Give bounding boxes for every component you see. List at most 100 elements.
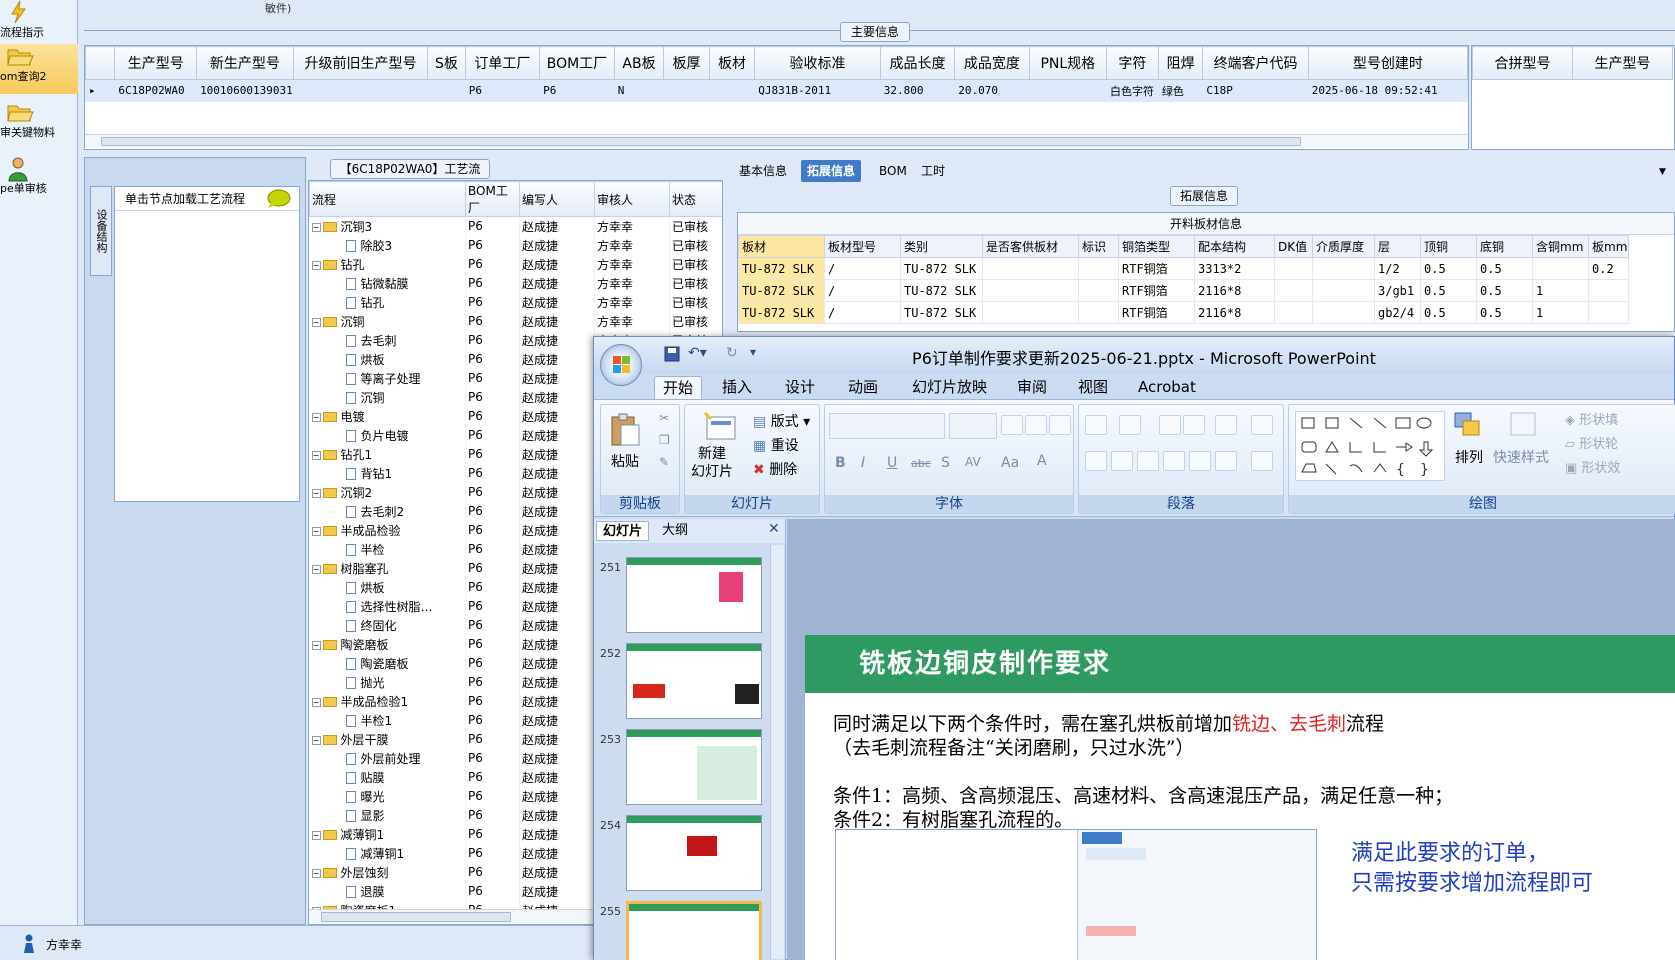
tree-node[interactable]: 显影 (309, 805, 466, 825)
tree-col-header[interactable]: 流程 (309, 181, 466, 217)
save-icon[interactable] (664, 346, 680, 365)
tree-node[interactable]: 钻孔 (309, 292, 466, 312)
tree-node[interactable]: 半检 (309, 539, 466, 559)
tree-node[interactable]: 烘板 (309, 349, 466, 369)
font-color-icon[interactable]: A (1037, 453, 1047, 469)
tab-basic-info[interactable]: 基本信息 (733, 160, 793, 182)
material-col-header[interactable]: 含铜mm (1532, 235, 1589, 258)
table-cell[interactable] (1274, 257, 1313, 280)
tree-node[interactable]: 背钻1 (309, 463, 466, 483)
table-cell[interactable]: 1 (1532, 301, 1589, 324)
nav-item-key-material[interactable]: 审关键物料 (0, 100, 78, 150)
main-col-header[interactable]: 板材 (708, 46, 756, 80)
table-cell[interactable] (708, 79, 756, 102)
table-cell[interactable]: 0.5 (1476, 279, 1533, 302)
table-cell[interactable]: / (824, 279, 901, 302)
nav-item-pe-review[interactable]: pe单审核 (0, 156, 78, 206)
tab-insert[interactable]: 插入 (714, 376, 760, 399)
tab-bom[interactable]: BOM (873, 160, 913, 182)
tree-node[interactable]: − 钻孔1 (309, 444, 466, 464)
tree-row[interactable]: 除胶3 P6 赵成捷 方幸幸 已审核 (309, 235, 722, 255)
collapse-icon[interactable]: − (311, 830, 321, 840)
material-col-header[interactable]: 是否客供板材 (982, 235, 1079, 258)
row-indicator-icon[interactable]: ▸ (84, 79, 116, 102)
table-cell[interactable] (1588, 301, 1629, 324)
quick-styles-icon[interactable] (1509, 411, 1539, 444)
tree-node[interactable]: 外层前处理 (309, 748, 466, 768)
table-cell[interactable]: TU-872 SLK (738, 257, 825, 280)
collapse-icon[interactable]: − (311, 260, 321, 270)
table-cell[interactable]: P6 (539, 79, 615, 102)
scroll-thumb[interactable] (321, 912, 511, 922)
cut-icon[interactable]: ✂ (659, 411, 669, 425)
table-cell[interactable] (1078, 301, 1119, 324)
change-case-icon[interactable]: Aa (1001, 455, 1019, 471)
paste-icon[interactable] (609, 413, 641, 450)
material-col-header[interactable]: 板mm (1588, 235, 1629, 258)
undo-icon[interactable]: ↶▾ (688, 345, 707, 361)
table-cell[interactable]: gb2/4 (1374, 301, 1421, 324)
tree-node[interactable]: − 陶瓷磨板 (309, 634, 466, 654)
main-col-header[interactable]: 升级前旧生产型号 (292, 46, 429, 80)
tree-node[interactable]: 等离子处理 (309, 368, 466, 388)
table-cell[interactable]: RTF铜箔 (1118, 257, 1195, 280)
tree-node[interactable]: − 沉铜3 (309, 216, 466, 236)
collapse-icon[interactable]: − (311, 640, 321, 650)
nav-item-bom-query[interactable]: om查询2 (0, 44, 78, 94)
table-cell[interactable] (427, 79, 466, 102)
align-right-icon[interactable] (1137, 451, 1159, 471)
pane-scrollbar[interactable] (770, 545, 784, 959)
main-col-header[interactable]: 阻焊 (1157, 46, 1204, 80)
collapse-icon[interactable]: − (311, 735, 321, 745)
table-cell[interactable] (1312, 301, 1375, 324)
table-cell[interactable]: 20.070 (954, 79, 1030, 102)
tree-node[interactable]: − 外层蚀刻 (309, 862, 466, 882)
table-cell[interactable]: 0.2 (1588, 257, 1629, 280)
collapse-icon[interactable]: − (311, 488, 321, 498)
table-cell[interactable] (1028, 79, 1107, 102)
strikethrough-icon[interactable]: abc (911, 457, 931, 470)
bullets-icon[interactable] (1085, 415, 1107, 435)
main-col-header[interactable]: 新生产型号 (196, 46, 294, 80)
table-row[interactable]: TU-872 SLK / TU-872 SLK RTF铜箔 2116*8 3/gb1 0.5… (738, 279, 1629, 302)
paste-button[interactable]: 粘贴 (611, 451, 639, 471)
delete-button[interactable]: ✖ 删除 (753, 459, 797, 479)
table-cell[interactable] (1588, 279, 1629, 302)
tree-node[interactable]: 抛光 (309, 672, 466, 692)
main-col-header[interactable]: 验收标准 (754, 46, 881, 80)
table-cell[interactable] (1078, 257, 1119, 280)
slide-thumbnail[interactable] (626, 643, 762, 719)
horizontal-scrollbar[interactable] (85, 134, 1468, 148)
table-cell[interactable]: 2116*8 (1194, 279, 1275, 302)
table-row[interactable]: TU-872 SLK / TU-872 SLK RTF铜箔 3313*2 1/2 0.5 0.… (738, 257, 1629, 280)
tree-node[interactable]: 负片电镀 (309, 425, 466, 445)
tree-node[interactable]: 烘板 (309, 577, 466, 597)
collapse-icon[interactable]: − (311, 222, 321, 232)
material-col-header[interactable]: 顶铜 (1420, 235, 1477, 258)
font-name-select[interactable] (829, 413, 945, 439)
clear-format-icon[interactable] (1049, 415, 1071, 435)
table-cell[interactable]: / (824, 301, 901, 324)
main-col-header[interactable]: 字符 (1105, 46, 1159, 80)
nav-item-flow[interactable]: 流程指示 (0, 0, 78, 40)
decrease-indent-icon[interactable] (1159, 415, 1181, 435)
tree-row[interactable]: − 沉铜 P6 赵成捷 方幸幸 已审核 (309, 311, 722, 331)
tab-hours[interactable]: 工时 (915, 160, 951, 182)
quick-styles-button[interactable]: 快速样式 (1493, 447, 1549, 467)
tab-animation[interactable]: 动画 (840, 376, 886, 399)
main-col-header[interactable]: 型号创建时 (1307, 46, 1469, 80)
redo-icon[interactable]: ↻ (726, 345, 738, 361)
material-col-header[interactable]: 底铜 (1476, 235, 1533, 258)
material-col-header[interactable]: 铜箔类型 (1118, 235, 1195, 258)
tree-node[interactable]: − 沉铜2 (309, 482, 466, 502)
tree-col-header[interactable]: 审核人 (594, 181, 670, 217)
collapse-icon[interactable]: − (311, 317, 321, 327)
tree-row[interactable]: 钻孔 P6 赵成捷 方幸幸 已审核 (309, 292, 722, 312)
table-cell[interactable]: 1/2 (1374, 257, 1421, 280)
table-cell[interactable]: 0.5 (1420, 257, 1477, 280)
table-cell[interactable]: C18P (1202, 79, 1309, 102)
material-col-header[interactable]: DK值 (1274, 235, 1313, 258)
tree-node[interactable]: − 钻孔 (309, 254, 466, 274)
table-row[interactable]: TU-872 SLK / TU-872 SLK RTF铜箔 2116*8 gb2/4 0.5… (738, 301, 1629, 324)
main-col-header[interactable]: 订单工厂 (464, 46, 541, 80)
